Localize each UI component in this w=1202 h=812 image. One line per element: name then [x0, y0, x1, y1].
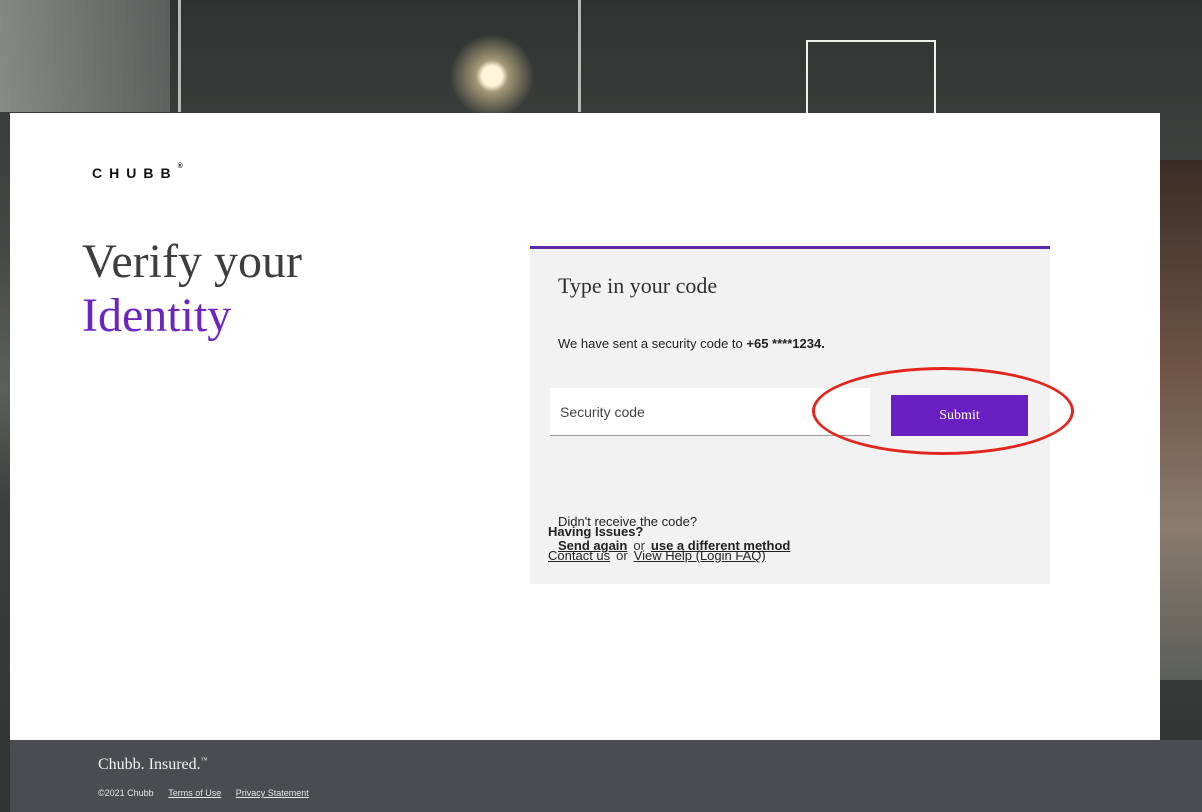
copyright-text: ©2021 Chubb: [98, 788, 154, 798]
background-window: [0, 0, 170, 112]
masked-phone-number: +65 ****1234.: [746, 336, 825, 351]
chubb-logo: CHUBB®: [92, 163, 183, 181]
panel-heading: Type in your code: [558, 273, 718, 298]
code-sent-message: We have sent a security code to +65 ****…: [558, 336, 825, 351]
page-footer: Chubb. Insured.™ ©2021 Chubb Terms of Us…: [10, 740, 1202, 812]
background-pole: [578, 0, 581, 112]
footer-tagline-text: Chubb. Insured.: [98, 756, 201, 773]
help-links: Contact us or View Help (Login FAQ): [548, 548, 766, 563]
page-title: Verify your Identity: [82, 235, 302, 343]
logo-text: CHUBB: [92, 165, 178, 181]
title-line-2: Identity: [82, 289, 232, 342]
privacy-statement-link[interactable]: Privacy Statement: [236, 788, 309, 798]
login-faq-link[interactable]: View Help (Login FAQ): [634, 548, 766, 563]
code-sent-text: We have sent a security code to: [558, 336, 747, 351]
logo-registered-mark: ®: [177, 163, 183, 170]
title-line-1: Verify your: [82, 235, 302, 288]
background-sign: [806, 40, 936, 116]
footer-legal: ©2021 Chubb Terms of Use Privacy Stateme…: [98, 788, 309, 798]
background-pole: [178, 0, 181, 112]
footer-tagline: Chubb. Insured.™: [98, 756, 208, 774]
having-issues-heading: Having Issues?: [548, 524, 644, 539]
screenshot-frame: CHUBB® Verify your Identity Type in your…: [0, 0, 1202, 812]
or-separator: or: [616, 548, 628, 563]
footer-trademark: ™: [200, 756, 208, 764]
highlight-annotation: [812, 367, 1074, 455]
background-people: [1160, 160, 1202, 680]
terms-of-use-link[interactable]: Terms of Use: [168, 788, 221, 798]
contact-us-link[interactable]: Contact us: [548, 548, 610, 563]
